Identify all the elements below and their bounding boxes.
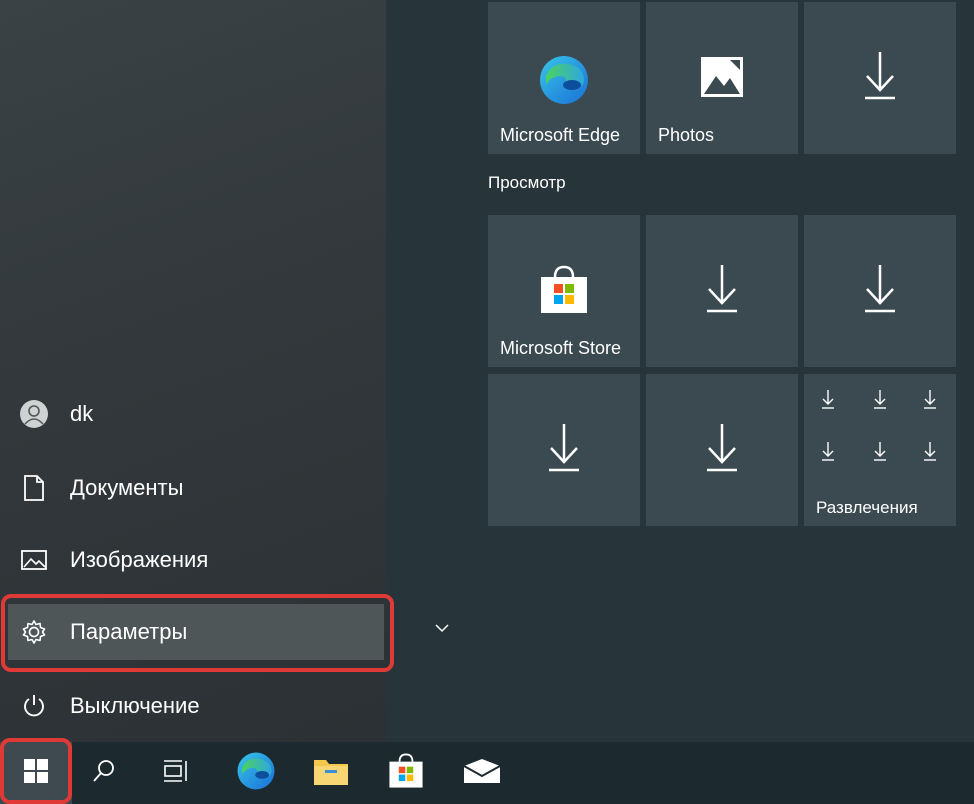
task-view-icon (162, 758, 190, 789)
nav-item-documents[interactable]: Документы (0, 456, 386, 520)
download-icon (646, 263, 798, 315)
highlight-box-start (0, 738, 72, 804)
power-icon (18, 690, 50, 722)
tile-download-placeholder[interactable] (646, 374, 798, 526)
edge-icon (488, 54, 640, 106)
document-icon (18, 472, 50, 504)
nav-item-label: Документы (70, 475, 184, 500)
tile-label: Photos (658, 125, 715, 145)
nav-item-pictures[interactable]: Изображения (0, 528, 386, 592)
download-icon (804, 263, 956, 315)
store-icon (388, 753, 424, 794)
tile-download-placeholder[interactable] (804, 2, 956, 154)
search-button[interactable] (68, 742, 140, 804)
taskbar (0, 738, 974, 804)
nav-item-label: Выключение (70, 693, 200, 718)
tile-photos[interactable]: Photos (646, 2, 798, 154)
nav-item-label: Изображения (70, 547, 209, 572)
tile-download-placeholder[interactable] (804, 215, 956, 367)
photos-icon (646, 56, 798, 98)
tile-microsoft-edge[interactable]: Microsoft Edge (488, 2, 640, 154)
taskbar-mail-button[interactable] (446, 742, 518, 804)
download-icon (646, 422, 798, 474)
highlight-box-settings (1, 594, 394, 672)
user-name: dk (70, 401, 94, 426)
download-mini-icons (822, 390, 936, 461)
edge-icon (236, 751, 276, 796)
task-view-button[interactable] (140, 742, 212, 804)
taskbar-store-button[interactable] (370, 742, 442, 804)
taskbar-edge-button[interactable] (220, 742, 292, 804)
store-icon (488, 265, 640, 315)
tile-label: Microsoft Store (500, 338, 622, 358)
nav-item-power[interactable]: Выключение (0, 674, 386, 738)
tile-download-placeholder[interactable] (646, 215, 798, 367)
tile-folder-entertainment[interactable]: Развлечения (804, 374, 956, 526)
tile-label: Развлечения (816, 498, 918, 517)
mail-icon (463, 758, 501, 789)
search-icon (91, 758, 117, 789)
avatar (18, 398, 50, 430)
tile-microsoft-store[interactable]: Microsoft Store (488, 215, 640, 367)
chevron-down-icon[interactable] (432, 618, 452, 638)
user-account-item[interactable]: dk (0, 382, 386, 446)
tile-label: Microsoft Edge (500, 125, 621, 145)
tile-download-placeholder[interactable] (488, 374, 640, 526)
download-icon (804, 50, 956, 102)
taskbar-file-explorer-button[interactable] (295, 742, 367, 804)
folder-icon (313, 756, 349, 791)
picture-icon (18, 544, 50, 576)
tile-group-title: Просмотр (488, 173, 566, 192)
download-icon (488, 422, 640, 474)
